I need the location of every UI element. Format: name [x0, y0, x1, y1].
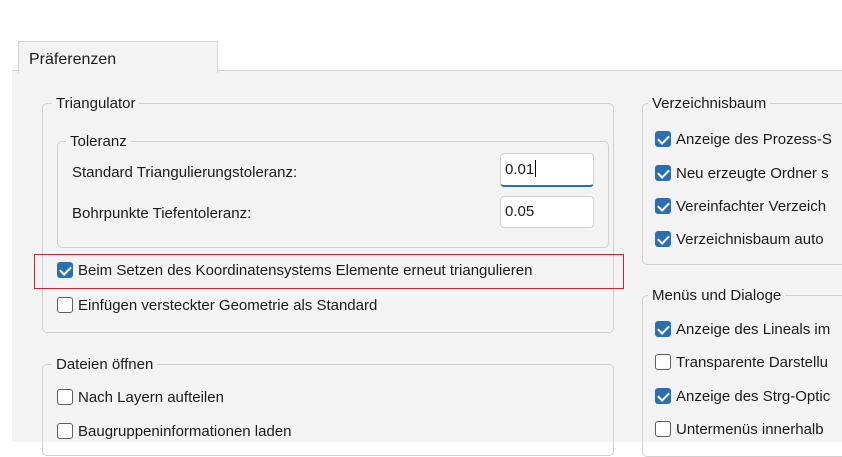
checkbox-unchecked-icon[interactable] [655, 421, 671, 437]
checkbox-label: Anzeige des Lineals im [676, 321, 831, 338]
checkbox-hidden-geometry[interactable]: Einfügen versteckter Geometrie als Stand… [57, 297, 377, 317]
checkbox-label: Untermenüs innerhalb [676, 421, 824, 438]
checkbox-unchecked-icon[interactable] [57, 297, 73, 313]
checkbox-assembly-info[interactable]: Baugruppeninformationen laden [57, 423, 292, 443]
checkbox-lineal[interactable]: Anzeige des Lineals im [655, 321, 830, 341]
verzeichnisbaum-legend: Verzeichnisbaum [648, 95, 771, 113]
checkbox-label: Vereinfachter Verzeich [676, 198, 827, 215]
checkbox-unchecked-icon[interactable] [57, 423, 73, 439]
checkbox-strg-option[interactable]: Anzeige des Strg-Optic [655, 388, 830, 408]
toleranz-legend: Toleranz [66, 133, 131, 151]
checkbox-transparent[interactable]: Transparente Darstellu [655, 354, 828, 374]
standard-tolerance-label: Standard Triangulierungstoleranz: [72, 164, 298, 181]
checkbox-split-layers[interactable]: Nach Layern aufteilen [57, 389, 224, 409]
checkbox-unchecked-icon[interactable] [655, 354, 671, 370]
checkbox-checked-icon[interactable] [655, 198, 671, 214]
bohrpunkte-tolerance-value: 0.05 [505, 203, 535, 220]
checkbox-label: Neu erzeugte Ordner s [676, 165, 829, 182]
checkbox-checked-icon[interactable] [655, 388, 671, 404]
checkbox-label: Einfügen versteckter Geometrie als Stand… [78, 297, 378, 314]
checkbox-untermenues[interactable]: Untermenüs innerhalb [655, 421, 824, 441]
checkbox-label: Anzeige des Prozess-S [676, 131, 832, 148]
menues-legend: Menüs und Dialoge [648, 287, 786, 305]
checkbox-vereinfacht[interactable]: Vereinfachter Verzeich [655, 198, 826, 218]
checkbox-label: Nach Layern aufteilen [78, 389, 224, 406]
checkbox-label: Transparente Darstellu [676, 354, 829, 371]
checkbox-unchecked-icon[interactable] [57, 389, 73, 405]
checkbox-checked-icon[interactable] [655, 131, 671, 147]
checkbox-label: Beim Setzen des Koordinatensystems Eleme… [78, 262, 533, 279]
tab-label: Präferenzen [29, 51, 117, 68]
checkbox-checked-icon[interactable] [655, 231, 671, 247]
checkbox-verzeichnisbaum-auto[interactable]: Verzeichnisbaum auto [655, 231, 824, 251]
standard-tolerance-input[interactable]: 0.01 [500, 153, 594, 187]
checkbox-neue-ordner[interactable]: Neu erzeugte Ordner s [655, 165, 829, 185]
checkbox-checked-icon[interactable] [655, 165, 671, 181]
checkbox-label: Verzeichnisbaum auto [676, 231, 824, 248]
checkbox-prozess[interactable]: Anzeige des Prozess-S [655, 131, 832, 151]
checkbox-label: Baugruppeninformationen laden [78, 423, 292, 440]
standard-tolerance-value: 0.01 [505, 161, 535, 178]
checkbox-checked-icon[interactable] [655, 321, 671, 337]
bohrpunkte-tolerance-label: Bohrpunkte Tiefentoleranz: [72, 205, 252, 222]
tab-praeferenzen[interactable]: Präferenzen [18, 41, 218, 73]
text-caret [535, 160, 537, 177]
dateien-legend: Dateien öffnen [52, 356, 158, 374]
bohrpunkte-tolerance-input[interactable]: 0.05 [500, 196, 594, 228]
checkbox-checked-icon[interactable] [57, 262, 73, 278]
checkbox-label: Anzeige des Strg-Optic [676, 388, 831, 405]
triangulator-legend: Triangulator [52, 95, 140, 113]
checkbox-retriangulate[interactable]: Beim Setzen des Koordinatensystems Eleme… [57, 262, 532, 282]
